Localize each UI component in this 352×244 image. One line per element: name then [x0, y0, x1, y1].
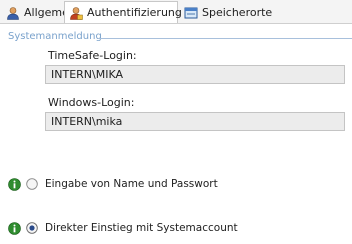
timesafe-login-value: INTERN\MIKA — [51, 68, 123, 81]
windows-login-label: Windows-Login: — [48, 96, 135, 109]
info-icon — [8, 221, 21, 235]
option-system-account[interactable]: Direkter Einstieg mit Systemaccount — [8, 219, 238, 237]
group-divider — [98, 38, 352, 39]
timesafe-login-field[interactable]: INTERN\MIKA — [45, 65, 345, 84]
tab-authentifizierung[interactable]: Authentifizierung — [64, 1, 182, 23]
storage-icon — [184, 7, 198, 18]
info-icon — [8, 177, 21, 191]
windows-login-field[interactable]: INTERN\mika — [45, 112, 345, 131]
option-system-account-label: Direkter Einstieg mit Systemaccount — [45, 222, 238, 234]
user-icon — [7, 6, 19, 20]
windows-login-value: INTERN\mika — [51, 115, 123, 128]
timesafe-login-label: TimeSafe-Login: — [48, 49, 137, 62]
tab-authentifizierung-label: Authentifizierung — [87, 6, 182, 19]
option-name-password[interactable]: Eingabe von Name und Passwort — [8, 175, 218, 193]
tab-allgemein[interactable]: Allgemein — [2, 2, 79, 23]
tab-speicherorte-label: Speicherorte — [202, 6, 273, 19]
tab-speicherorte[interactable]: Speicherorte — [180, 2, 274, 23]
tab-bar: Allgemein Authentifizierung Speicherorte — [0, 0, 352, 24]
radio-unselected-icon — [26, 178, 38, 190]
user-lock-icon — [70, 6, 83, 20]
group-title: Systemanmeldung — [8, 31, 106, 42]
radio-selected-icon — [26, 222, 38, 234]
option-name-password-label: Eingabe von Name und Passwort — [45, 178, 218, 190]
